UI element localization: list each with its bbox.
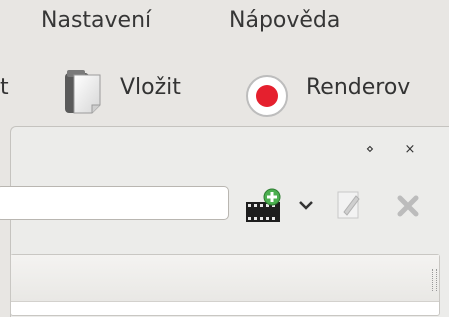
edit-icon	[334, 191, 364, 226]
resize-grip[interactable]	[432, 269, 437, 291]
paste-button[interactable]: Vložit	[60, 57, 210, 119]
clip-list[interactable]	[10, 254, 440, 316]
clipboard-icon	[60, 67, 110, 123]
chevron-down-icon	[297, 199, 315, 218]
add-clip-menu-button[interactable]	[297, 196, 317, 216]
add-clip-icon	[244, 188, 284, 230]
delete-clip-button[interactable]	[394, 192, 424, 222]
menu-settings[interactable]: Nastavení	[41, 6, 151, 36]
record-icon	[244, 73, 290, 123]
toolbar-button-partial-label[interactable]: t	[0, 73, 9, 103]
search-input[interactable]	[0, 186, 229, 220]
paste-label: Vložit	[120, 75, 181, 100]
menu-bar: Nastavení Nápověda	[0, 0, 449, 45]
float-panel-button[interactable]: ⋄	[361, 140, 379, 158]
float-icon: ⋄	[365, 141, 375, 157]
edit-clip-button[interactable]	[334, 188, 364, 224]
close-icon: ×	[404, 141, 416, 157]
menu-help[interactable]: Nápověda	[229, 6, 340, 36]
close-panel-button[interactable]: ×	[401, 140, 419, 158]
add-clip-button[interactable]	[244, 188, 286, 224]
list-header	[11, 255, 439, 302]
render-button[interactable]: Renderov	[244, 57, 449, 119]
main-toolbar: t Vložit Renderov	[0, 45, 449, 127]
render-label: Renderov	[306, 75, 411, 100]
delete-icon	[394, 195, 422, 224]
